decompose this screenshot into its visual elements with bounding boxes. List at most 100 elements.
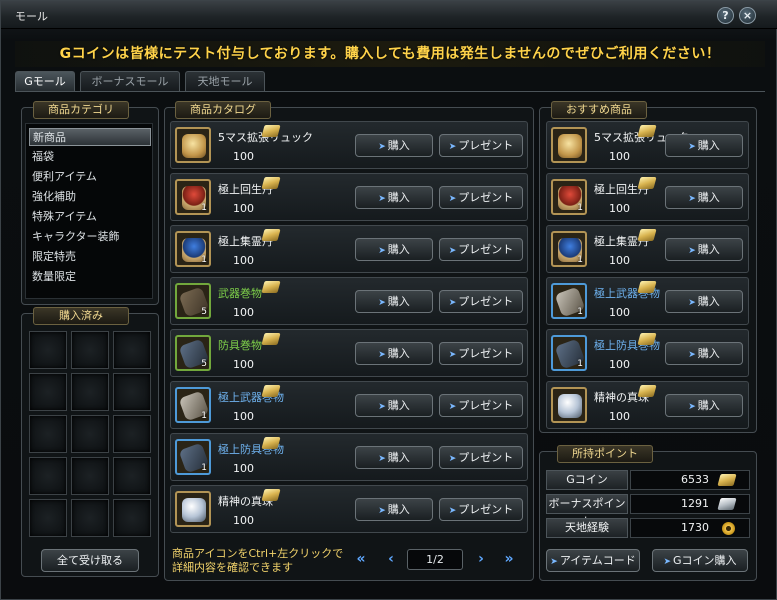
purchased-slot[interactable] [113,331,151,369]
category-item-special[interactable]: 特殊アイテム [29,208,151,226]
title-bar[interactable]: モール ? × [1,1,777,29]
product-row: 1 極上集霊丹 100 ➤ 購入 [546,225,749,273]
spirit-pearl-icon[interactable] [175,491,211,527]
weapon-scroll-icon[interactable]: 5 [175,283,211,319]
buy-button[interactable]: ➤ 購入 [355,186,433,209]
purchased-slot[interactable] [71,415,109,453]
purchased-slot[interactable] [71,499,109,537]
superior-armor-scroll-icon[interactable]: 1 [551,335,587,371]
first-page-icon[interactable]: « [349,547,373,571]
present-label: プレゼント [458,399,514,412]
arrow-icon: ➤ [448,246,457,256]
spirit-pearl-icon[interactable] [551,387,587,423]
buy-button[interactable]: ➤ 購入 [355,394,433,417]
buy-gcoin-button[interactable]: ➤ Gコイン購入 [652,549,748,572]
buy-button[interactable]: ➤ 購入 [665,186,743,209]
category-item-utility[interactable]: 便利アイテム [29,168,151,186]
arrow-icon: ➤ [378,298,386,308]
tab-bonus-mall[interactable]: ボーナスモール [80,71,180,91]
purchased-slot[interactable] [113,457,151,495]
superior-armor-scroll-icon[interactable]: 1 [175,439,211,475]
present-button[interactable]: ➤ プレゼント [439,238,523,261]
product-row: 5マス拡張リュック 100 ➤ 購入 [546,121,749,169]
buy-button[interactable]: ➤ 購入 [665,394,743,417]
category-item-new[interactable]: 新商品 [29,128,151,146]
present-button[interactable]: ➤ プレゼント [439,290,523,313]
item-count: 1 [577,203,583,213]
item-price: 100 [609,410,630,423]
receive-all-button[interactable]: 全て受け取る [41,549,139,572]
present-button[interactable]: ➤ プレゼント [439,394,523,417]
close-icon[interactable]: × [739,7,756,24]
blue-elixir-icon[interactable]: 1 [175,231,211,267]
buy-button[interactable]: ➤ 購入 [665,238,743,261]
present-button[interactable]: ➤ プレゼント [439,186,523,209]
gold-coin-icon [637,281,657,293]
category-item-lucky-bag[interactable]: 福袋 [29,148,151,166]
backpack-icon[interactable] [551,127,587,163]
buy-label: 購入 [387,243,410,256]
superior-weapon-scroll-icon[interactable]: 1 [175,387,211,423]
help-icon[interactable]: ? [717,7,734,24]
arrow-icon: ➤ [663,557,671,567]
points-value: 6533 [630,470,750,490]
purchased-slot[interactable] [29,415,67,453]
item-price: 100 [233,306,254,319]
category-item-costume[interactable]: キャラクター装飾 [29,228,151,246]
blue-elixir-icon[interactable]: 1 [551,231,587,267]
present-button[interactable]: ➤ プレゼント [439,342,523,365]
buy-button[interactable]: ➤ 購入 [665,342,743,365]
item-price: 100 [609,202,630,215]
red-elixir-icon[interactable]: 1 [175,179,211,215]
red-elixir-icon[interactable]: 1 [551,179,587,215]
purchased-slot[interactable] [29,499,67,537]
tab-tenchi-mall[interactable]: 天地モール [185,71,265,91]
buy-button[interactable]: ➤ 購入 [665,290,743,313]
buy-button[interactable]: ➤ 購入 [355,238,433,261]
gcoin-value: 6533 [681,473,709,486]
buy-button[interactable]: ➤ 購入 [355,498,433,521]
points-label: ボーナスポイント [546,494,628,528]
buy-button[interactable]: ➤ 購入 [355,342,433,365]
purchased-slot[interactable] [29,373,67,411]
superior-weapon-scroll-icon[interactable]: 1 [551,283,587,319]
purchased-slot[interactable] [113,373,151,411]
armor-scroll-icon[interactable]: 5 [175,335,211,371]
present-label: プレゼント [458,295,514,308]
purchased-slot[interactable] [29,457,67,495]
category-item-enhance[interactable]: 強化補助 [29,188,151,206]
buy-button[interactable]: ➤ 購入 [355,134,433,157]
category-item-limited-sale[interactable]: 限定特売 [29,248,151,266]
present-label: プレゼント [458,243,514,256]
present-button[interactable]: ➤ プレゼント [439,446,523,469]
purchased-slot[interactable] [71,373,109,411]
buy-button[interactable]: ➤ 購入 [665,134,743,157]
next-page-icon[interactable]: › [469,547,493,571]
backpack-icon[interactable] [175,127,211,163]
tab-g-mall[interactable]: Gモール [15,71,75,91]
present-button[interactable]: ➤ プレゼント [439,498,523,521]
present-button[interactable]: ➤ プレゼント [439,134,523,157]
purchased-slot[interactable] [113,499,151,537]
arrow-icon: ➤ [378,246,386,256]
item-count: 1 [201,203,207,213]
buy-button[interactable]: ➤ 購入 [355,290,433,313]
buy-label: 購入 [387,347,410,360]
category-item-quantity-limited[interactable]: 数量限定 [29,268,151,286]
buy-button[interactable]: ➤ 購入 [355,446,433,469]
purchased-slot[interactable] [113,415,151,453]
last-page-icon[interactable]: » [497,547,521,571]
item-price: 100 [609,306,630,319]
product-row: 1 極上集霊丹 100 ➤ 購入 ➤ プレゼント [170,225,528,273]
purchased-slot[interactable] [29,331,67,369]
item-price: 100 [233,358,254,371]
page-indicator: 1/2 [407,549,463,570]
prev-page-icon[interactable]: ‹ [379,547,403,571]
item-count: 1 [201,463,207,473]
item-code-button[interactable]: ➤ アイテムコード [546,549,640,572]
item-art [182,498,206,522]
product-row: 精神の真珠 100 ➤ 購入 [546,381,749,429]
tab-divider [15,91,765,92]
purchased-slot[interactable] [71,457,109,495]
purchased-slot[interactable] [71,331,109,369]
